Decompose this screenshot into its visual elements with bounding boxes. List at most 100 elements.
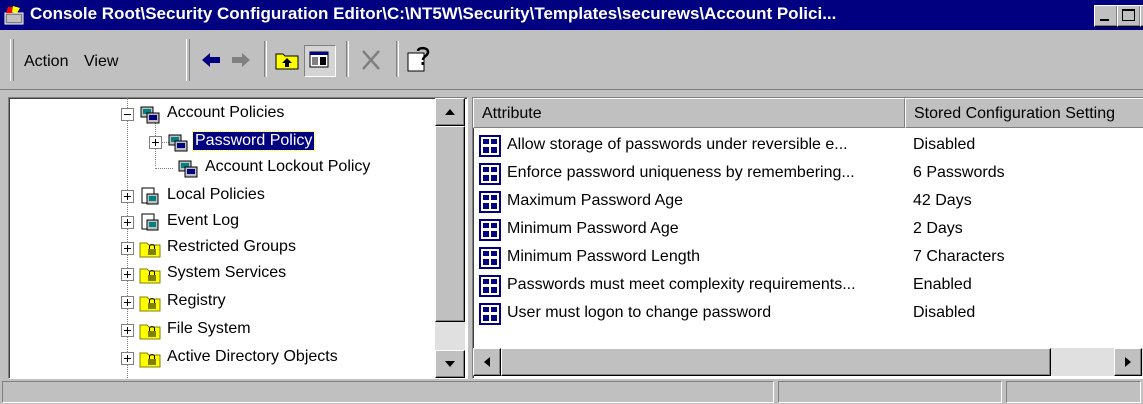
status-panel-main [2,381,774,403]
toolbar-separator-3 [396,41,399,77]
stored-setting: Enabled [913,276,972,293]
tree-connector [155,168,173,169]
forward-arrow-icon[interactable] [226,45,256,75]
delete-icon[interactable] [356,45,386,75]
collapse-icon[interactable] [121,108,134,121]
list-row[interactable]: Enforce password uniqueness by rememberi… [473,160,1143,188]
expand-icon[interactable] [121,296,134,309]
expand-icon[interactable] [121,352,134,365]
maximize-button[interactable] [1117,5,1141,27]
tree-item-label: Account Lockout Policy [205,158,371,175]
expand-icon[interactable] [121,216,134,229]
tree-item-label: File System [167,320,251,337]
policy-icon [168,134,188,152]
console-tree[interactable]: Account Policies Password Policy Account… [8,97,468,379]
menu-view[interactable]: View [84,53,118,71]
tree-vertical-scrollbar[interactable] [435,98,465,378]
list-row[interactable]: Minimum Password Length 7 Characters [473,244,1143,272]
scroll-down-button[interactable] [435,350,465,378]
arrow-up-icon [445,109,455,115]
scroll-right-button[interactable] [1114,348,1142,376]
arrow-right-icon [1125,357,1131,367]
policy-setting-icon [479,219,501,241]
tree-item-label: Local Policies [167,186,265,203]
expand-icon[interactable] [149,136,162,149]
show-hide-tree-button[interactable] [304,45,336,77]
stored-setting: 2 Days [913,220,963,237]
attribute-name: Allow storage of passwords under reversi… [507,136,848,153]
toolbar: Action View [0,31,1143,90]
policy-setting-icon [479,247,501,269]
policy-icon [178,160,198,178]
mmc-console-icon [4,6,24,25]
arrow-down-icon [445,361,455,367]
policy-setting-icon [479,163,501,185]
arrow-left-icon [484,357,490,367]
status-bar [0,379,1143,404]
toolbar-grip-2[interactable] [186,39,190,81]
minimize-button[interactable] [1094,5,1118,27]
tree-item-label: System Services [167,264,287,281]
attribute-name: Minimum Password Age [507,220,679,237]
locked-folder-icon [139,296,161,312]
status-panel-3 [1006,381,1141,403]
tree-item-label: Registry [167,292,226,309]
attribute-name: User must logon to change password [507,304,772,321]
attribute-name: Passwords must meet complexity requireme… [507,276,856,293]
locked-folder-icon [139,242,161,258]
list-row[interactable]: Passwords must meet complexity requireme… [473,272,1143,300]
title-bar[interactable]: Console Root\Security Configuration Edit… [0,0,1143,30]
scroll-up-button[interactable] [435,98,465,126]
status-panel-2 [778,381,1002,403]
list-row[interactable]: Minimum Password Age 2 Days [473,216,1143,244]
scroll-thumb[interactable] [435,126,465,322]
toolbar-separator [264,41,267,77]
window-title: Console Root\Security Configuration Edit… [30,4,837,23]
tree-item-label: Active Directory Objects [167,348,338,365]
list-horizontal-scrollbar[interactable] [473,348,1143,376]
policy-setting-icon [479,191,501,213]
list-row[interactable]: Maximum Password Age 42 Days [473,188,1143,216]
tree-item-label: Event Log [167,212,240,229]
locked-folder-icon [139,324,161,340]
tree-item-label: Password Policy [191,131,316,151]
column-header-stored-setting[interactable]: Stored Configuration Setting [905,98,1143,128]
expand-icon[interactable] [121,268,134,281]
stored-setting: 7 Characters [913,248,1005,265]
help-icon[interactable] [404,45,434,75]
scroll-thumb[interactable] [501,348,1051,376]
locked-folder-icon [139,352,161,368]
menu-action[interactable]: Action [24,53,68,71]
tree-item-label: Account Policies [167,104,285,121]
attribute-name: Enforce password uniqueness by rememberi… [507,164,855,181]
details-list[interactable]: Attribute Stored Configuration Setting A… [472,97,1143,379]
locked-folder-icon [139,268,161,284]
attribute-name: Maximum Password Age [507,192,684,209]
toolbar-grip[interactable] [10,39,14,81]
policy-setting-icon [479,135,501,157]
scroll-left-button[interactable] [473,348,501,376]
maximize-icon [1122,9,1135,21]
list-row[interactable]: Allow storage of passwords under reversi… [473,132,1143,160]
minimize-icon [1100,19,1109,21]
stored-setting: Disabled [913,304,976,321]
stored-setting: 42 Days [913,192,972,209]
stored-setting: Disabled [913,136,976,153]
attribute-name: Minimum Password Length [507,248,700,265]
console-tree-icon [309,51,329,68]
expand-icon[interactable] [121,190,134,203]
column-header-attribute[interactable]: Attribute [473,98,905,128]
expand-icon[interactable] [121,324,134,337]
policy-setting-icon [479,303,501,325]
policy-icon [141,187,159,205]
back-arrow-icon[interactable] [196,45,226,75]
policy-icon [141,213,159,231]
toolbar-separator-2 [346,41,349,77]
tree-item-label: Restricted Groups [167,238,296,255]
policy-icon [140,106,160,124]
policy-setting-icon [479,275,501,297]
stored-setting: 6 Passwords [913,164,1005,181]
expand-icon[interactable] [121,242,134,255]
up-one-level-icon[interactable] [272,45,302,75]
list-row[interactable]: User must logon to change password Disab… [473,300,1143,328]
